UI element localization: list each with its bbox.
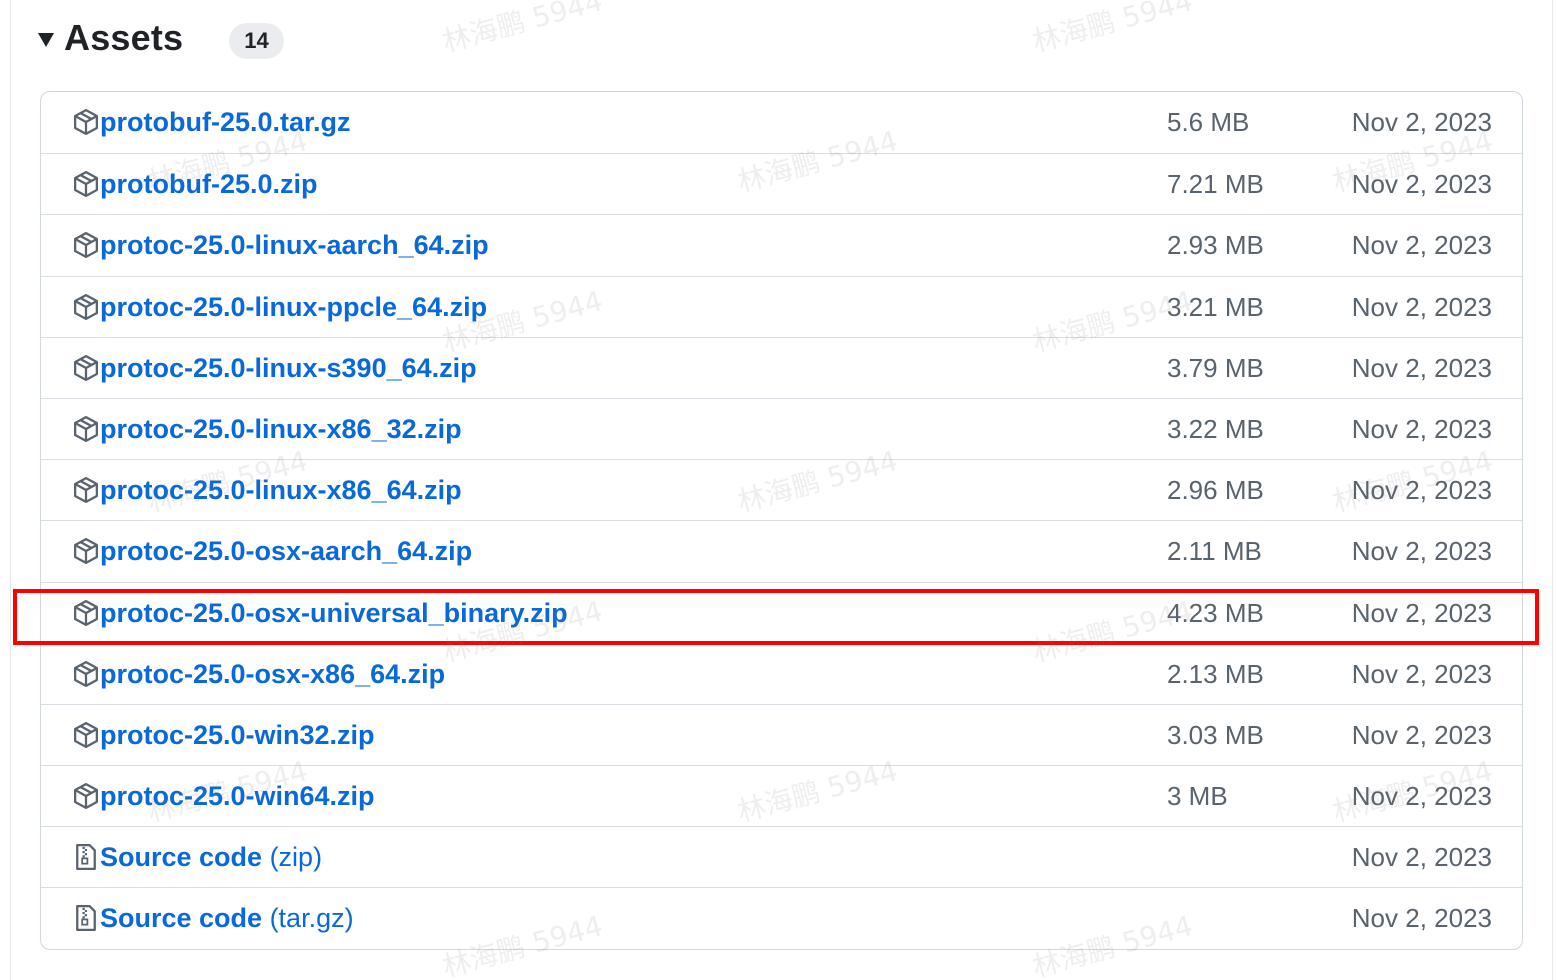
asset-format-suffix: (tar.gz)	[262, 903, 354, 934]
asset-date: Nov 2, 2023	[1351, 475, 1492, 506]
package-icon	[72, 292, 100, 322]
caret-down-icon[interactable]	[38, 33, 54, 47]
asset-name: Source code	[100, 842, 263, 873]
package-icon	[72, 475, 100, 505]
asset-download-link[interactable]: protoc-25.0-osx-universal_binary.zip	[100, 583, 568, 643]
asset-size: 4.23 MB	[1167, 597, 1264, 628]
asset-date: Nov 2, 2023	[1351, 230, 1492, 261]
asset-name: protobuf-25.0.tar.gz	[100, 107, 351, 137]
assets-header[interactable]: Assets 14	[38, 10, 284, 66]
asset-name: protoc-25.0-win32.zip	[100, 719, 375, 750]
asset-size: 5.6 MB	[1167, 107, 1250, 137]
asset-row: protoc-25.0-linux-ppcle_64.zip 3.21 MB Nov…	[41, 275, 1522, 337]
package-icon	[72, 598, 100, 628]
asset-row: protobuf-25.0.zip 7.21 MB Nov 2, 2023	[41, 153, 1522, 214]
asset-date: Nov 2, 2023	[1351, 781, 1492, 812]
asset-format-suffix: (zip)	[262, 842, 323, 873]
asset-size: 3 MB	[1167, 781, 1228, 812]
asset-row: protoc-25.0-linux-x86_32.zip 3.22 MB Nov 2…	[41, 397, 1522, 459]
asset-row: Source code (zip) Nov 2, 2023	[41, 826, 1522, 887]
package-icon	[72, 353, 100, 383]
asset-size: 3.79 MB	[1167, 352, 1264, 383]
asset-download-link[interactable]: protobuf-25.0.tar.gz	[100, 92, 351, 152]
asset-size: 3.21 MB	[1167, 291, 1264, 322]
asset-download-link[interactable]: protoc-25.0-linux-s390_64.zip	[100, 338, 477, 398]
asset-date: Nov 2, 2023	[1351, 658, 1492, 689]
asset-size: 2.96 MB	[1167, 475, 1264, 506]
file-zip-icon	[72, 842, 100, 872]
asset-size: 3.03 MB	[1167, 719, 1264, 750]
asset-date: Nov 2, 2023	[1351, 352, 1492, 383]
asset-date: Nov 2, 2023	[1351, 291, 1492, 322]
asset-download-link[interactable]: protoc-25.0-linux-ppcle_64.zip	[100, 277, 487, 337]
asset-name: protobuf-25.0.zip	[100, 169, 318, 200]
asset-row: protoc-25.0-osx-x86_64.zip 2.13 MB Nov 2, …	[41, 642, 1522, 704]
asset-download-link[interactable]: protoc-25.0-win64.zip	[100, 766, 375, 826]
asset-row: protoc-25.0-linux-s390_64.zip 3.79 MB Nov …	[41, 336, 1522, 398]
asset-name: protoc-25.0-linux-aarch_64.zip	[100, 230, 489, 261]
asset-name: protoc-25.0-osx-x86_64.zip	[100, 658, 446, 689]
assets-count-badge: 14	[229, 23, 284, 59]
asset-name: protoc-25.0-linux-s390_64.zip	[100, 352, 477, 383]
asset-size: 2.93 MB	[1167, 230, 1264, 261]
asset-download-link[interactable]: protoc-25.0-osx-aarch_64.zip	[100, 521, 472, 581]
asset-row: protoc-25.0-win64.zip 3 MB Nov 2, 2023	[41, 765, 1522, 826]
asset-name: protoc-25.0-osx-aarch_64.zip	[100, 536, 473, 567]
asset-name: protoc-25.0-linux-x86_64.zip	[100, 475, 462, 506]
assets-title[interactable]: Assets	[64, 17, 183, 59]
asset-row: protoc-25.0-win32.zip 3.03 MB Nov 2, 2023	[41, 703, 1522, 765]
asset-date: Nov 2, 2023	[1351, 107, 1492, 137]
file-zip-icon	[72, 903, 100, 933]
package-icon	[72, 781, 100, 811]
package-icon	[72, 536, 100, 566]
package-icon	[72, 659, 100, 689]
asset-row: Source code (tar.gz) Nov 2, 2023	[41, 887, 1522, 948]
asset-download-link[interactable]: protoc-25.0-linux-aarch_64.zip	[100, 215, 489, 275]
asset-date: Nov 2, 2023	[1351, 413, 1492, 444]
asset-date: Nov 2, 2023	[1351, 903, 1492, 934]
asset-name: protoc-25.0-win64.zip	[100, 781, 375, 812]
package-icon	[72, 230, 100, 260]
asset-row: protoc-25.0-linux-aarch_64.zip 2.93 MB Nov…	[41, 214, 1522, 275]
asset-date: Nov 2, 2023	[1351, 597, 1492, 628]
asset-download-link[interactable]: Source code (zip)	[100, 827, 322, 887]
asset-download-link[interactable]: protoc-25.0-linux-x86_64.zip	[100, 460, 462, 520]
asset-date: Nov 2, 2023	[1351, 169, 1492, 200]
package-icon	[72, 169, 100, 199]
asset-download-link[interactable]: protoc-25.0-win32.zip	[100, 705, 375, 765]
asset-size: 2.11 MB	[1167, 536, 1262, 567]
asset-download-link[interactable]: protoc-25.0-linux-x86_32.zip	[100, 399, 462, 459]
asset-date: Nov 2, 2023	[1351, 842, 1492, 873]
asset-size: 7.21 MB	[1167, 169, 1264, 200]
asset-row: protoc-25.0-osx-aarch_64.zip 2.11 MB Nov 2…	[41, 520, 1522, 581]
package-icon	[72, 414, 100, 444]
asset-list: protobuf-25.0.tar.gz 5.6 MB Nov 2, 2023 pro…	[40, 91, 1523, 950]
package-icon	[72, 107, 100, 137]
asset-download-link[interactable]: protobuf-25.0.zip	[100, 154, 318, 214]
asset-row: protoc-25.0-linux-x86_64.zip 2.96 MB Nov 2…	[41, 459, 1522, 520]
asset-name: protoc-25.0-osx-universal_binary.zip	[100, 597, 568, 628]
package-icon	[72, 720, 100, 750]
asset-name: protoc-25.0-linux-ppcle_64.zip	[100, 291, 488, 322]
asset-size: 2.13 MB	[1167, 658, 1264, 689]
asset-name: protoc-25.0-linux-x86_32.zip	[100, 413, 462, 444]
asset-name: Source code	[100, 903, 263, 934]
asset-download-link[interactable]: Source code (tar.gz)	[100, 888, 354, 948]
asset-size: 3.22 MB	[1167, 413, 1264, 444]
asset-date: Nov 2, 2023	[1351, 719, 1492, 750]
asset-row: protoc-25.0-osx-universal_binary.zip 4.23…	[41, 581, 1522, 643]
asset-download-link[interactable]: protoc-25.0-osx-x86_64.zip	[100, 644, 445, 704]
asset-date: Nov 2, 2023	[1351, 536, 1492, 567]
asset-row: protobuf-25.0.tar.gz 5.6 MB Nov 2, 2023	[41, 92, 1522, 153]
